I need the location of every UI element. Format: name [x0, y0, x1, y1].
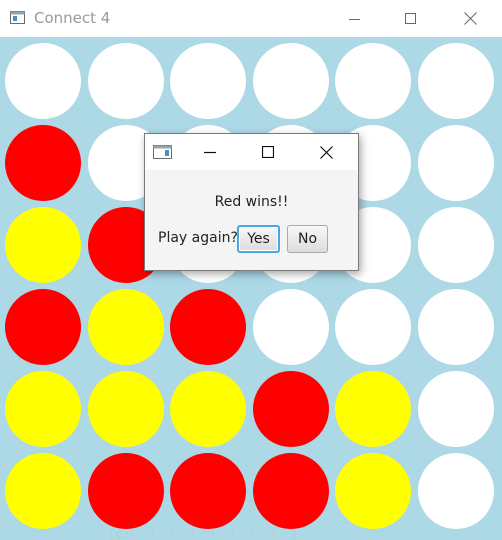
close-button[interactable]: [447, 0, 493, 37]
winner-message: Red wins!!: [214, 194, 289, 210]
disc-empty[interactable]: [87, 43, 164, 119]
disc-empty[interactable]: [252, 289, 329, 365]
disc-yellow[interactable]: [170, 371, 246, 447]
game-board[interactable]: [0, 37, 502, 540]
dialog-title-bar: [145, 134, 358, 170]
minimize-icon: [349, 18, 360, 20]
disc-red[interactable]: [5, 289, 81, 365]
disc-red[interactable]: [170, 289, 246, 365]
disc-empty[interactable]: [417, 453, 494, 529]
disc-yellow[interactable]: [335, 453, 411, 529]
background-console-text: (C:\...\...\...\...\...\...\...\...): [110, 529, 299, 540]
maximize-button[interactable]: [388, 0, 434, 37]
dialog-close-button[interactable]: [306, 136, 346, 168]
dialog-app-icon: [153, 145, 172, 159]
disc-empty[interactable]: [417, 289, 494, 365]
close-icon: [319, 145, 333, 159]
play-again-prompt: Play again?: [158, 230, 238, 246]
disc-red[interactable]: [87, 453, 164, 529]
game-over-dialog: Red wins!! Play again? Yes No: [144, 133, 359, 271]
disc-yellow[interactable]: [335, 371, 411, 447]
dialog-minimize-button[interactable]: [190, 136, 230, 168]
disc-red[interactable]: [252, 371, 329, 447]
disc-yellow[interactable]: [5, 453, 81, 529]
minimize-button[interactable]: [332, 0, 378, 37]
disc-empty[interactable]: [417, 207, 494, 283]
disc-yellow[interactable]: [87, 289, 164, 365]
yes-button[interactable]: Yes: [237, 225, 280, 253]
disc-empty[interactable]: [417, 125, 494, 201]
disc-red[interactable]: [5, 125, 81, 201]
disc-yellow[interactable]: [5, 207, 81, 283]
disc-empty[interactable]: [5, 43, 81, 119]
maximize-icon: [405, 12, 416, 24]
maximize-icon: [262, 146, 274, 158]
title-bar: Connect 4: [0, 0, 502, 37]
disc-yellow[interactable]: [5, 371, 81, 447]
disc-empty[interactable]: [417, 43, 494, 119]
no-button[interactable]: No: [287, 225, 328, 253]
disc-empty[interactable]: [170, 43, 246, 119]
disc-yellow[interactable]: [87, 371, 164, 447]
disc-red[interactable]: [252, 453, 329, 529]
disc-red[interactable]: [170, 453, 246, 529]
disc-empty[interactable]: [252, 43, 329, 119]
dialog-maximize-button[interactable]: [248, 136, 288, 168]
app-icon: [10, 11, 25, 24]
window-title: Connect 4: [34, 9, 111, 27]
disc-empty[interactable]: [335, 43, 411, 119]
close-icon: [463, 12, 477, 25]
disc-empty[interactable]: [417, 371, 494, 447]
minimize-icon: [204, 151, 216, 154]
disc-empty[interactable]: [335, 289, 411, 365]
